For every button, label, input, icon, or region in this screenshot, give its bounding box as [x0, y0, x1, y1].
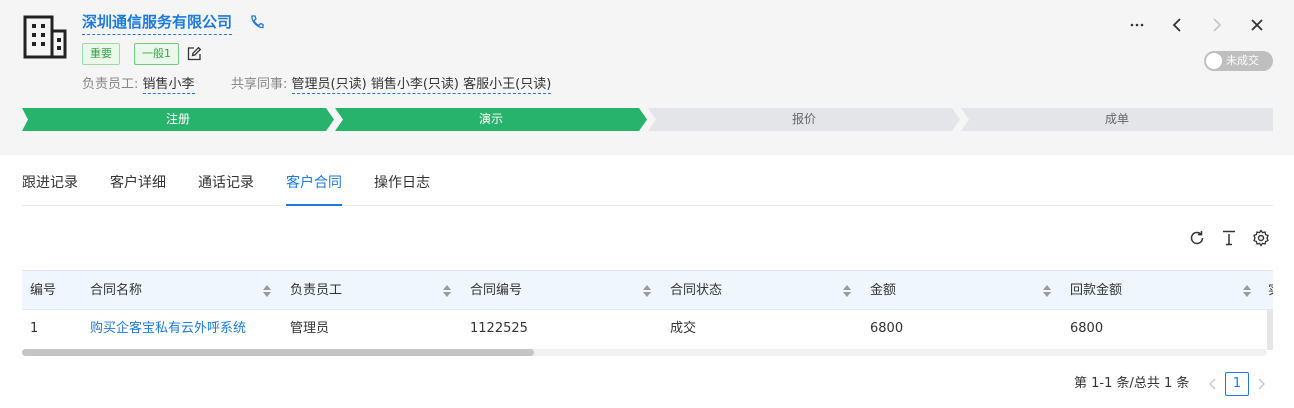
stage-item[interactable]: 注册: [22, 108, 334, 131]
column-header: 实: [1268, 271, 1273, 311]
column-header[interactable]: 金额: [870, 271, 896, 311]
detail-tabs: 跟进记录 客户详细 通话记录 客户合同 操作日志: [22, 162, 1273, 206]
sales-stage-bar: 注册 演示 报价 成单: [22, 108, 1273, 131]
close-button[interactable]: [1246, 14, 1268, 36]
next-button[interactable]: [1206, 14, 1228, 36]
next-page-icon[interactable]: [1254, 376, 1268, 392]
prev-button[interactable]: [1166, 14, 1188, 36]
stage-label: 成单: [1104, 112, 1129, 126]
cell-id: 1: [30, 321, 39, 336]
column-header[interactable]: 合同编号: [470, 271, 522, 311]
deal-status-toggle[interactable]: 未成交: [1204, 51, 1273, 71]
building-icon: [23, 15, 67, 59]
cell-owner: 管理员: [290, 321, 330, 336]
shared-item: 客服小王(只读): [463, 77, 552, 92]
owner-field: 负责员工: 销售小李: [82, 75, 195, 95]
column-header[interactable]: 合同状态: [670, 271, 722, 311]
column-header[interactable]: 合同名称: [90, 271, 142, 311]
stage-label: 注册: [165, 112, 190, 126]
tag-level: 一般1: [134, 43, 179, 65]
tab-call-records[interactable]: 通话记录: [198, 172, 254, 206]
tab-follow-up[interactable]: 跟进记录: [22, 172, 78, 206]
company-name[interactable]: 深圳通信服务有限公司: [82, 11, 233, 35]
horizontal-scrollbar[interactable]: [22, 349, 1267, 356]
vertical-scrollbar[interactable]: [1267, 310, 1273, 350]
tab-customer-contracts[interactable]: 客户合同: [286, 172, 342, 206]
cell-amount: 6800: [870, 321, 904, 336]
stage-item[interactable]: 成单: [961, 108, 1273, 131]
cell-received-amount: 6800: [1070, 321, 1104, 336]
settings-icon[interactable]: [1252, 229, 1270, 247]
shared-field: 共享同事: 管理员(只读) 销售小李(只读) 客服小王(只读): [231, 75, 552, 95]
cell-status: 成交: [670, 321, 697, 336]
shared-item: 销售小李(只读): [370, 77, 459, 92]
stage-item[interactable]: 演示: [335, 108, 647, 131]
stage-label: 报价: [791, 112, 816, 126]
owner-label: 负责员工:: [82, 77, 139, 92]
close-icon: [1251, 19, 1263, 31]
column-header[interactable]: 回款金额: [1070, 271, 1122, 311]
sort-icon[interactable]: [1242, 283, 1252, 299]
phone-icon[interactable]: [249, 14, 265, 30]
table-header: 编号 合同名称 负责员工 合同编号 合同状态 金额 回款金额 实: [22, 270, 1273, 310]
sort-icon[interactable]: [262, 283, 272, 299]
tag-important: 重要: [82, 43, 120, 65]
column-header: 编号: [30, 283, 57, 298]
owner-value[interactable]: 销售小李: [142, 77, 195, 94]
customer-header: 深圳通信服务有限公司 重要 一般1 负责员工: 销售小李 共享同事: 管理员(只…: [0, 0, 1294, 155]
cell-contract-name[interactable]: 购买企客宝私有云外呼系统: [90, 310, 246, 350]
share-label: 共享同事:: [231, 77, 288, 92]
shared-colleagues[interactable]: 管理员(只读) 销售小李(只读) 客服小王(只读): [291, 77, 552, 94]
tab-operation-log[interactable]: 操作日志: [374, 172, 430, 206]
next-icon: [1213, 18, 1222, 32]
toggle-label: 未成交: [1226, 54, 1259, 67]
column-header[interactable]: 负责员工: [290, 271, 342, 311]
cell-contract-number: 1122525: [470, 321, 528, 336]
contracts-table: 编号 合同名称 负责员工 合同编号 合同状态 金额 回款金额 实 1 购买企客宝…: [22, 270, 1273, 356]
stage-label: 演示: [478, 112, 503, 126]
edit-icon[interactable]: [186, 46, 202, 62]
sort-icon[interactable]: [442, 283, 452, 299]
stage-item[interactable]: 报价: [648, 108, 960, 131]
refresh-icon[interactable]: [1188, 229, 1206, 247]
tab-customer-detail[interactable]: 客户详细: [110, 172, 166, 206]
shared-item: 管理员(只读): [291, 77, 367, 92]
sort-icon[interactable]: [842, 283, 852, 299]
more-button[interactable]: [1126, 14, 1148, 36]
more-icon: [1130, 23, 1144, 27]
sort-icon[interactable]: [642, 283, 652, 299]
export-icon[interactable]: [1220, 229, 1238, 247]
prev-page-icon[interactable]: [1206, 376, 1220, 392]
table-row[interactable]: 1 购买企客宝私有云外呼系统 管理员 1122525 成交 6800 6800: [22, 310, 1267, 350]
pagination-summary: 第 1-1 条/总共 1 条: [1074, 376, 1190, 391]
scrollbar-thumb[interactable]: [22, 349, 534, 356]
prev-icon: [1172, 18, 1181, 32]
toggle-knob: [1206, 53, 1222, 69]
page-number-button[interactable]: 1: [1225, 372, 1249, 396]
sort-icon[interactable]: [1042, 283, 1052, 299]
